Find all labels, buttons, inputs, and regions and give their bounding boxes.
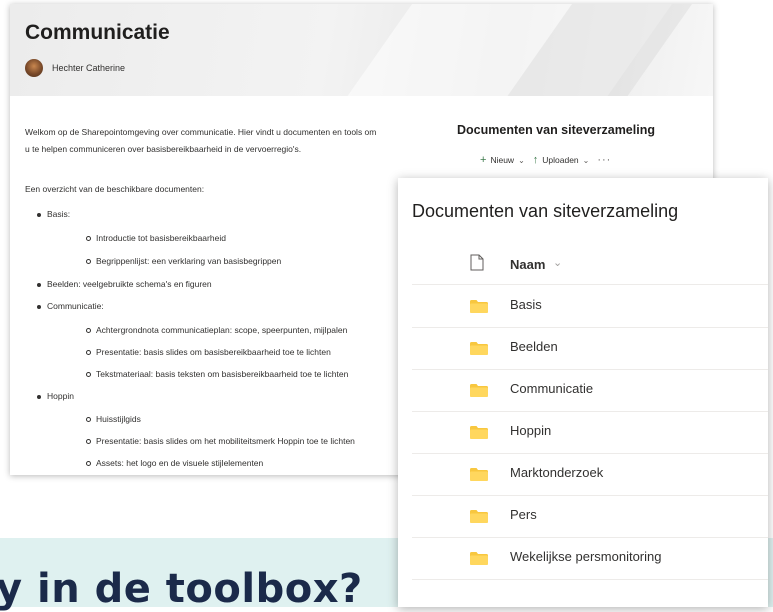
list-item-communicatie: Communicatie: bbox=[47, 301, 104, 311]
folder-name[interactable]: Beelden bbox=[510, 339, 558, 354]
chevron-down-icon: ⌄ bbox=[518, 155, 525, 165]
folder-row[interactable]: Pers bbox=[412, 495, 768, 538]
folder-row[interactable]: Basis bbox=[412, 285, 768, 328]
sub-item: Presentatie: basis slides om het mobilit… bbox=[96, 436, 355, 446]
upload-label: Uploaden bbox=[542, 155, 579, 165]
sub-bullet-icon bbox=[86, 259, 91, 264]
sub-item: Presentatie: basis slides om basisbereik… bbox=[96, 347, 331, 357]
sub-item: Huisstijlgids bbox=[96, 414, 141, 424]
folder-row[interactable]: Beelden bbox=[412, 327, 768, 370]
bullet-icon bbox=[37, 283, 41, 287]
document-library-panel: Documenten van siteverzameling Naam ⌄ Ba… bbox=[398, 178, 768, 607]
plus-icon: + bbox=[480, 154, 487, 166]
sub-bullet-icon bbox=[86, 328, 91, 333]
folder-icon bbox=[470, 300, 488, 313]
folder-icon bbox=[470, 468, 488, 481]
sub-bullet-icon bbox=[86, 461, 91, 466]
upload-button[interactable]: ↑ Uploaden ⌄ bbox=[533, 154, 590, 166]
library-title: Documenten van siteverzameling bbox=[412, 201, 679, 221]
bullet-icon bbox=[37, 213, 41, 217]
folder-icon bbox=[470, 426, 488, 439]
chevron-down-icon: ⌄ bbox=[582, 155, 590, 165]
document-outline: Basis: Introductie tot basisbereikbaarhe… bbox=[10, 4, 450, 475]
sub-bullet-icon bbox=[86, 417, 91, 422]
folder-name[interactable]: Wekelijkse persmonitoring bbox=[510, 549, 662, 564]
sub-item: Begrippenlijst: een verklaring van basis… bbox=[96, 256, 282, 266]
folder-row[interactable]: Communicatie bbox=[412, 369, 768, 412]
library-command-bar: + Nieuw ⌄ ↑ Uploaden ⌄ ··· bbox=[480, 154, 611, 166]
folder-icon bbox=[470, 342, 488, 355]
new-label: Nieuw bbox=[490, 155, 515, 165]
folder-name[interactable]: Marktonderzoek bbox=[510, 465, 603, 480]
folder-name[interactable]: Communicatie bbox=[510, 381, 593, 396]
folder-icon bbox=[470, 552, 488, 565]
name-column-header[interactable]: Naam bbox=[510, 257, 545, 272]
list-item-basis: Basis: bbox=[47, 209, 71, 219]
sub-item: Tekstmateriaal: basis teksten om basisbe… bbox=[96, 369, 349, 379]
new-button[interactable]: + Nieuw ⌄ bbox=[480, 154, 525, 166]
folder-row[interactable]: Wekelijkse persmonitoring bbox=[412, 537, 768, 580]
bullet-icon bbox=[37, 305, 41, 309]
chevron-down-icon[interactable]: ⌄ bbox=[553, 256, 562, 269]
folder-icon bbox=[470, 510, 488, 523]
folder-row[interactable]: Hoppin bbox=[412, 411, 768, 454]
folder-row[interactable]: Marktonderzoek bbox=[412, 453, 768, 496]
document-icon[interactable] bbox=[470, 254, 484, 271]
sub-bullet-icon bbox=[86, 350, 91, 355]
sub-bullet-icon bbox=[86, 439, 91, 444]
sub-item: Introductie tot basisbereikbaarheid bbox=[96, 233, 226, 243]
more-options-icon[interactable]: ··· bbox=[597, 154, 611, 166]
column-header: Naam ⌄ bbox=[412, 243, 768, 285]
list-item-beelden: Beelden: veelgebruikte schema's en figur… bbox=[47, 279, 212, 289]
sub-item: Achtergrondnota communicatieplan: scope,… bbox=[96, 325, 348, 335]
folder-name[interactable]: Basis bbox=[510, 297, 542, 312]
upload-arrow-icon: ↑ bbox=[532, 154, 539, 166]
bullet-icon bbox=[37, 395, 41, 399]
sub-bullet-icon bbox=[86, 236, 91, 241]
folder-icon bbox=[470, 384, 488, 397]
banner-heading: y in de toolbox? bbox=[0, 566, 363, 612]
sub-item: Assets: het logo en de visuele stijlelem… bbox=[96, 458, 264, 468]
folder-name[interactable]: Hoppin bbox=[510, 423, 551, 438]
list-item-hoppin: Hoppin bbox=[47, 391, 74, 401]
folder-name[interactable]: Pers bbox=[510, 507, 537, 522]
library-webpart-title[interactable]: Documenten van siteverzameling bbox=[457, 123, 655, 137]
sub-bullet-icon bbox=[86, 372, 91, 377]
